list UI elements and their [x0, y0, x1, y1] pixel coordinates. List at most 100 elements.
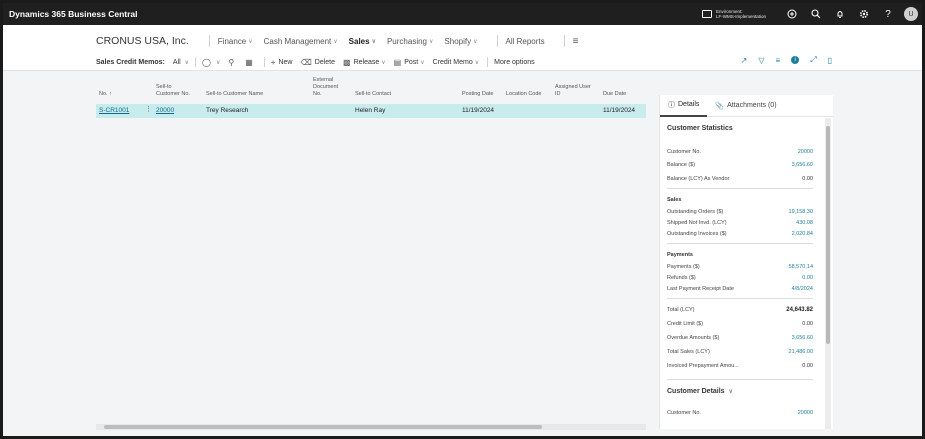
cell-no[interactable]: S-CR1001 [99, 107, 129, 114]
column-header-sell-to-contact[interactable]: Sell-to Contact [355, 91, 391, 98]
environment-icon [701, 10, 712, 18]
tab-details[interactable]: ⓘ Details [660, 95, 708, 117]
nav-divider [563, 35, 565, 47]
search-list-button[interactable]: ⚲ [228, 58, 237, 67]
vertical-scroll-thumb[interactable] [826, 126, 830, 344]
help-icon[interactable]: ? [876, 3, 900, 25]
stat-total: Total (LCY) 24,643.82 [667, 307, 813, 313]
delete-button[interactable]: ⌫ Delete [300, 58, 335, 67]
cell-due-date: 11/19/2024 [603, 107, 636, 114]
horizontal-scrollbar[interactable] [96, 424, 646, 430]
stat-balance-vendor: Balance (LCY) As Vendor 0.00 [667, 176, 813, 182]
factbox-tabs: ⓘ Details 📎 Attachments (0) [660, 95, 833, 117]
chevron-down-icon: ∨ [420, 59, 425, 66]
list-view-icon[interactable]: ≡ [776, 56, 781, 65]
release-icon: ▩ [343, 57, 351, 67]
action-divider [487, 57, 489, 67]
nav-purchasing[interactable]: Purchasing ∨ [387, 37, 433, 46]
nav-cash-management[interactable]: Cash Management ∨ [264, 37, 338, 46]
cell-posting-date: 11/19/2024 [462, 107, 495, 114]
column-header-external-document-no[interactable]: External Document No. [313, 77, 347, 98]
expand-icon[interactable]: ⤢ [810, 55, 816, 65]
copilot-icon[interactable] [780, 3, 804, 25]
action-divider [263, 57, 265, 67]
cell-sell-to-customer-no[interactable]: 20000 [156, 107, 174, 114]
post-button[interactable]: ▤ Post ∨ [394, 58, 425, 67]
stat-total-sales: Total Sales (LCY) 21,486.00 [667, 349, 813, 355]
customer-statistics-title[interactable]: Customer Statistics [667, 125, 733, 132]
top-bar: Dynamics 365 Business Central Environmen… [3, 3, 922, 25]
factbox-pane: ⓘ Details 📎 Attachments (0) Customer Stati… [659, 95, 833, 429]
chevron-down-icon: ∨ [473, 38, 478, 45]
user-avatar[interactable]: U [904, 7, 918, 21]
chevron-down-icon: ∨ [184, 59, 189, 66]
funnel-circle-icon: ◯ [202, 57, 211, 67]
stat-balance: Balance ($) 3,656.60 [667, 162, 813, 168]
stat-refunds: Refunds ($) 0.00 [667, 275, 813, 281]
chevron-down-icon: ∨ [728, 389, 733, 395]
app-window: Dynamics 365 Business Central Environmen… [0, 0, 925, 439]
search-icon[interactable] [804, 3, 828, 25]
bookmark-icon[interactable]: ▯ [828, 56, 832, 65]
nav-finance[interactable]: Finance ∨ [218, 37, 253, 46]
table-row[interactable]: S-CR1001 ⋮ 20000 Trey Research Helen Ray… [96, 104, 646, 118]
column-header-sell-to-customer-name[interactable]: Sell-to Customer Name [206, 91, 263, 98]
horizontal-scroll-thumb[interactable] [104, 425, 542, 429]
detail-customer-no: Customer No. 20000 [667, 410, 813, 416]
info-icon[interactable]: i [791, 56, 800, 64]
trash-icon: ⌫ [300, 57, 312, 67]
vertical-scrollbar[interactable] [825, 118, 831, 429]
column-header-no[interactable]: No. ↑ [99, 91, 112, 98]
cell-sell-to-contact: Helen Ray [355, 107, 386, 114]
credit-memo-menu[interactable]: Credit Memo ∨ [433, 59, 479, 66]
search-icon: ⚲ [228, 57, 235, 67]
more-options-button[interactable]: More options [494, 59, 534, 66]
nav-sales[interactable]: Sales ∨ [349, 37, 376, 46]
view-filter[interactable]: All ∨ [173, 59, 189, 66]
column-header-sell-to-customer-no[interactable]: Sell-to Customer No. [156, 84, 196, 98]
credit-memo-list: No. ↑ Sell-to Customer No. Sell-to Custo… [96, 75, 646, 430]
row-actions-icon[interactable]: ⋮ [145, 105, 152, 113]
page-tools: ↗ ▽ ≡ i ⤢ ▯ [730, 55, 832, 65]
share-icon[interactable]: ↗ [741, 56, 748, 65]
bell-icon[interactable] [828, 3, 852, 25]
column-header-due-date[interactable]: Due Date [603, 91, 626, 98]
nav-shopify[interactable]: Shopify ∨ [444, 37, 477, 46]
app-title: Dynamics 365 Business Central [9, 9, 138, 19]
company-name[interactable]: CRONUS USA, Inc. [96, 35, 189, 47]
stat-invoiced-prepayment: Invoiced Prepayment Amou... 0.00 [667, 363, 813, 369]
action-bar: Sales Credit Memos: All ∨ ◯ ∨ ⚲ ▦ + New ⌫ D… [96, 55, 543, 69]
nav-all-reports[interactable]: All Reports [506, 37, 545, 46]
sales-header: Sales [667, 197, 682, 203]
settings-icon[interactable] [852, 3, 876, 25]
nav-divider [208, 35, 210, 47]
paperclip-icon: 📎 [715, 102, 725, 110]
new-button[interactable]: + New [271, 58, 293, 67]
environment-indicator[interactable]: Environment: LF-WMS-Implementation [701, 9, 766, 20]
post-icon: ▤ [393, 57, 402, 67]
release-button[interactable]: ▩ Release ∨ [343, 58, 386, 67]
environment-name: LF-WMS-Implementation [715, 14, 766, 19]
hamburger-menu-icon[interactable]: ≡ [573, 36, 579, 47]
filter-toggle-button[interactable]: ◯ ∨ [202, 58, 220, 67]
divider [667, 243, 813, 244]
stat-outstanding-invoices: Outstanding Invoices ($) 2,020.84 [667, 231, 813, 237]
top-bar-actions: Environment: LF-WMS-Implementation ? U [701, 3, 918, 25]
divider [667, 188, 813, 189]
chevron-down-icon: ∨ [429, 38, 434, 45]
column-header-location-code[interactable]: Location Code [506, 91, 541, 98]
plus-icon: + [270, 57, 276, 67]
filter-pane-icon[interactable]: ▽ [758, 56, 764, 65]
info-circle-icon: ⓘ [668, 101, 675, 109]
action-divider [195, 57, 196, 67]
edit-list-button[interactable]: ▦ [245, 58, 256, 67]
stat-overdue-amounts: Overdue Amounts ($) 3,656.60 [667, 335, 813, 341]
customer-details-title[interactable]: Customer Details ∨ [667, 388, 733, 395]
page-title: Sales Credit Memos: [96, 58, 165, 66]
column-header-posting-date[interactable]: Posting Date [462, 91, 494, 98]
column-header-assigned-user-id[interactable]: Assigned User ID [555, 84, 591, 98]
divider [667, 298, 813, 299]
edit-list-icon: ▦ [245, 57, 253, 67]
tab-attachments[interactable]: 📎 Attachments (0) [707, 95, 784, 117]
stat-shipped-not-invd: Shipped Not Invd. (LCY) 430.08 [667, 220, 813, 226]
